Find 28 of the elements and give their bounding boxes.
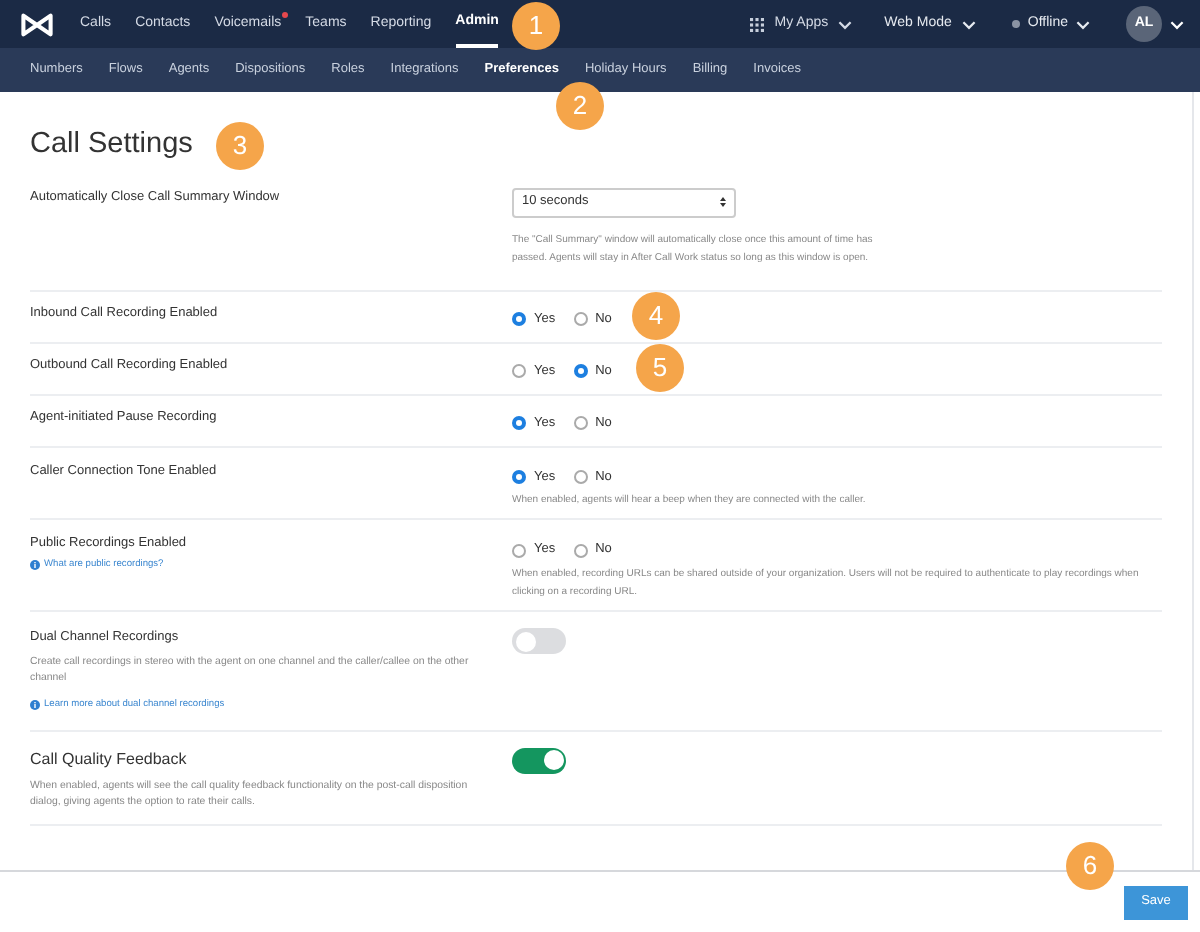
radio-button[interactable] [573,469,588,484]
caret-icon [1076,19,1090,29]
callout-badge: 2 [556,82,604,130]
radio-button[interactable] [573,363,588,378]
page-title: Call Settings [30,130,193,159]
radio-button[interactable] [573,415,588,430]
radio-button[interactable] [512,543,526,558]
callout-badge: 3 [216,122,264,170]
caret-icon [838,19,853,29]
grid-icon [750,17,765,31]
radio-button[interactable] [512,363,526,378]
logo-icon[interactable] [20,11,54,37]
radio-button[interactable] [512,469,526,484]
sort-arrows-icon [720,196,726,208]
caret-icon [1170,19,1184,29]
radio-button[interactable] [512,415,526,430]
radio-button[interactable] [573,543,588,558]
caret-icon [961,19,976,29]
radio-button[interactable] [512,311,526,326]
radio-button[interactable] [573,311,588,326]
setting-label: Call Quality Feedback [30,747,189,772]
toggle-switch[interactable] [512,628,566,654]
callout-badge: 6 [1066,842,1114,890]
toggle-switch[interactable] [512,747,566,774]
callout-badge: 4 [632,292,680,340]
callout-badge: 5 [636,344,684,392]
info-icon [30,699,40,710]
info-icon [30,560,40,571]
